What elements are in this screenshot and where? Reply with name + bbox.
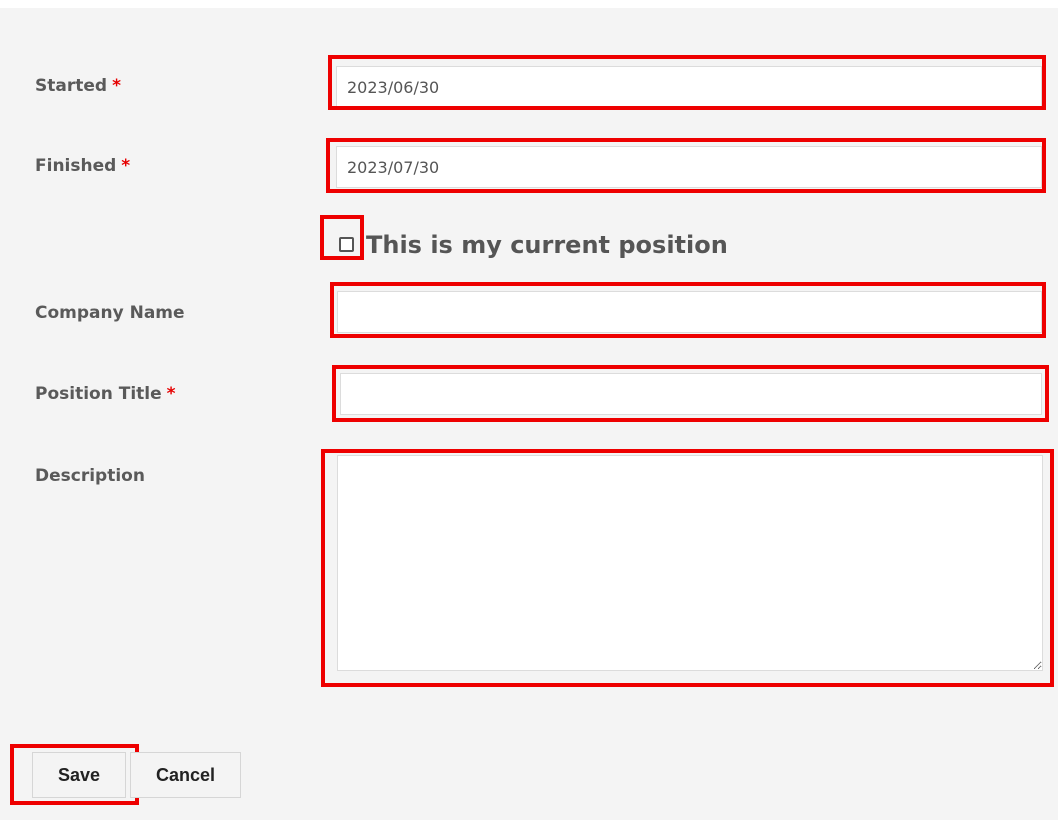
position-title-label: Position Title * — [35, 384, 176, 404]
description-textarea[interactable] — [337, 455, 1043, 671]
form-panel: Started* Finished* This is my current po… — [0, 8, 1058, 820]
started-date-input[interactable] — [336, 66, 1042, 108]
finished-label: Finished * — [35, 156, 130, 176]
company-name-label: Company Name — [35, 303, 185, 323]
position-title-label-text: Position Title — [35, 384, 162, 404]
started-label: Started * — [35, 76, 121, 96]
position-title-input[interactable] — [340, 373, 1042, 415]
current-position-checkbox[interactable] — [339, 237, 354, 252]
required-asterisk: * — [166, 384, 176, 404]
company-name-label-text: Company Name — [35, 303, 185, 323]
description-label-text: Description — [35, 466, 145, 486]
finished-label-text: Finished — [35, 156, 117, 176]
description-label: Description — [35, 466, 145, 486]
started-label-text: Started — [35, 76, 108, 96]
current-position-label: This is my current position — [366, 231, 728, 259]
cancel-button[interactable]: Cancel — [130, 752, 241, 798]
required-asterisk: * — [112, 76, 121, 96]
company-name-input[interactable] — [337, 291, 1042, 333]
finished-date-input[interactable] — [336, 146, 1042, 188]
save-button[interactable]: Save — [32, 752, 126, 798]
required-asterisk: * — [121, 156, 131, 176]
